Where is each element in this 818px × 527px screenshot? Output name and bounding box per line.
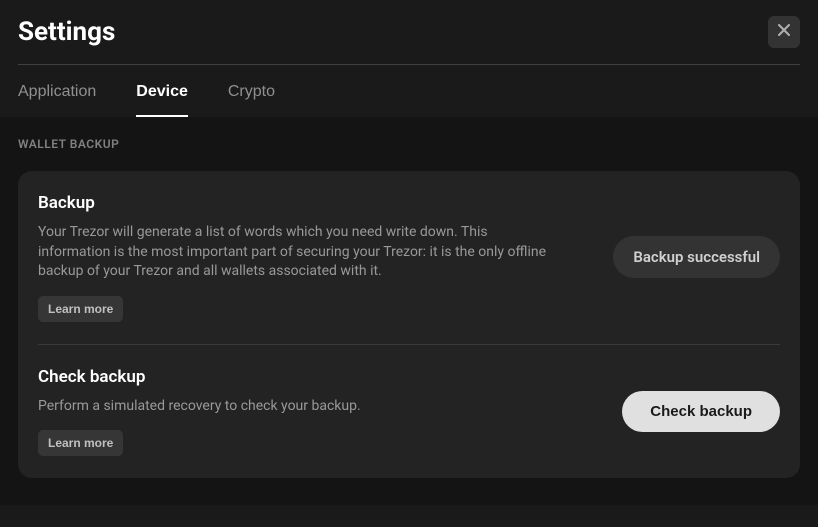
tab-crypto[interactable]: Crypto <box>228 83 275 117</box>
backup-row: Backup Your Trezor will generate a list … <box>38 193 780 322</box>
check-backup-title: Check backup <box>38 367 548 387</box>
section-label-wallet-backup: WALLET BACKUP <box>18 137 800 151</box>
check-backup-button[interactable]: Check backup <box>622 391 780 432</box>
tabs: Application Device Crypto <box>0 83 818 117</box>
wallet-backup-panel: Backup Your Trezor will generate a list … <box>18 171 800 478</box>
header: Settings <box>0 0 818 64</box>
content-area: WALLET BACKUP Backup Your Trezor will ge… <box>0 117 818 505</box>
backup-info: Backup Your Trezor will generate a list … <box>38 193 548 322</box>
backup-description: Your Trezor will generate a list of word… <box>38 223 548 282</box>
close-icon <box>778 23 790 41</box>
page-title: Settings <box>18 17 115 47</box>
check-backup-learn-more-button[interactable]: Learn more <box>38 430 123 456</box>
backup-title: Backup <box>38 193 548 213</box>
check-backup-row: Check backup Perform a simulated recover… <box>38 367 780 457</box>
check-backup-info: Check backup Perform a simulated recover… <box>38 367 548 457</box>
backup-learn-more-button[interactable]: Learn more <box>38 296 123 322</box>
panel-divider <box>38 344 780 345</box>
header-divider <box>18 64 800 65</box>
tab-application[interactable]: Application <box>18 83 96 117</box>
tab-device[interactable]: Device <box>136 83 188 117</box>
backup-status-badge: Backup successful <box>613 236 780 278</box>
check-backup-description: Perform a simulated recovery to check yo… <box>38 397 548 417</box>
close-button[interactable] <box>768 16 800 48</box>
